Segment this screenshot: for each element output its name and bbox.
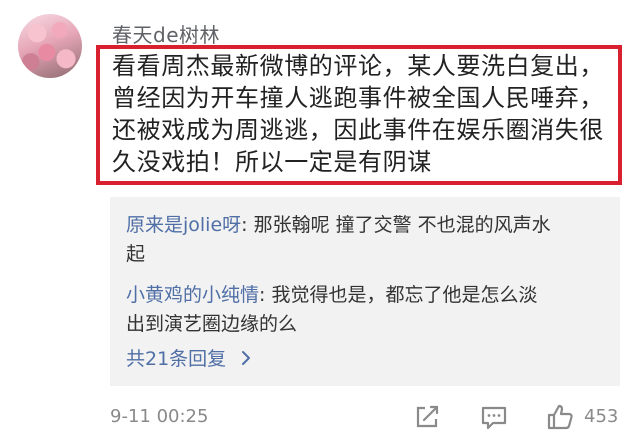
reply-username[interactable]: 原来是jolie呀 [126, 214, 241, 236]
like-button[interactable] [545, 402, 575, 432]
share-button[interactable] [412, 402, 442, 432]
comment-text: 看看周杰最新微博的评论，某人要洗白复出， 曾经因为开车撞人逃跑事件被全国人民唾弃… [112, 52, 604, 176]
more-replies-label: 共21条回复 [126, 348, 227, 370]
comment-timestamp: 9-11 00:25 [110, 406, 209, 427]
comment-icon [481, 406, 507, 430]
chevron-right-icon [234, 349, 252, 370]
reply-button[interactable] [479, 402, 509, 432]
reply-username[interactable]: 小黄鸡的小纯情 [126, 284, 259, 306]
more-replies-link[interactable]: 共21条回复 [126, 344, 252, 371]
thumbs-up-icon [547, 404, 573, 430]
reply-item[interactable]: 小黄鸡的小纯情: 我觉得也是，都忘了他是怎么淡 出到演艺圈边缘的么 [126, 281, 606, 339]
share-icon [416, 405, 439, 428]
replies-panel: 原来是jolie呀: 那张翰呢 撞了交警 不也混的风声水 起 小黄鸡的小纯情: … [110, 197, 620, 386]
like-count: 453 [584, 406, 619, 427]
reply-item[interactable]: 原来是jolie呀: 那张翰呢 撞了交警 不也混的风声水 起 [126, 211, 606, 269]
avatar[interactable] [18, 14, 82, 78]
comment-username[interactable]: 春天de树林 [112, 19, 220, 48]
